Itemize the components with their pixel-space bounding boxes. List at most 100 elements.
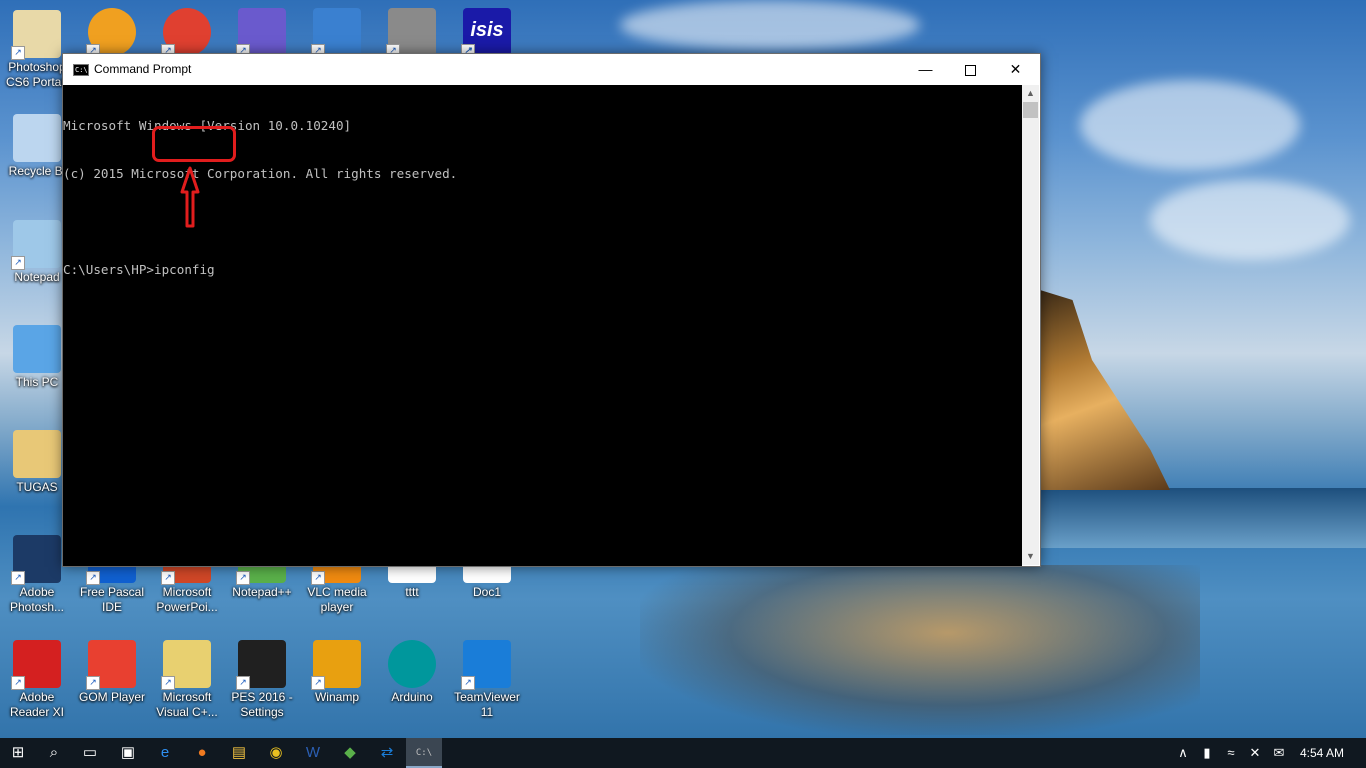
title-bar[interactable]: C:\ Command Prompt — ✕ [63,54,1040,85]
desktop-icon-pes-settings[interactable]: ↗ PES 2016 - Settings [225,640,299,720]
desktop-icon-teamviewer[interactable]: ↗ TeamViewer 11 [450,640,524,720]
wallpaper-reflection [640,565,1200,735]
console-line: (c) 2015 Microsoft Corporation. All righ… [63,166,458,181]
shortcut-arrow-icon: ↗ [11,256,25,270]
firewall-icon: ↗ [386,8,436,58]
word-icon[interactable]: W [295,738,331,768]
wallpaper-cloud [620,0,920,50]
shortcut-arrow-icon: ↗ [86,676,100,690]
desktop-icon-aimp[interactable]: ↗ [75,8,149,58]
desktop-icon-label: TeamViewer 11 [454,690,520,719]
file-explorer-icon[interactable]: ▤ [221,738,257,768]
desktop-icon-chrome[interactable]: ↗ [150,8,224,58]
console-command-line: C:\Users\HP>ipconfig [63,262,215,277]
start-button[interactable]: ⊞ [0,738,36,768]
desktop-icon-label: tttt [405,585,419,599]
desktop-icon-label: Adobe Reader XI [9,690,65,719]
desktop-icon-label: GOM Player [78,690,145,704]
teamviewer-icon: ↗ [461,640,511,690]
desktop-icon-arduino[interactable]: Arduino [375,640,449,705]
eclipse-icon: ↗ [236,8,286,58]
shortcut-arrow-icon: ↗ [11,46,25,60]
isis-icon: isis ↗ [461,8,511,58]
close-button[interactable]: ✕ [993,54,1038,85]
shortcut-arrow-icon: ↗ [311,676,325,690]
desktop-icon-label: Notepad++ [232,585,292,599]
scroll-down-button[interactable]: ▼ [1022,548,1039,565]
show-hidden-icons-button[interactable]: ∧ [1174,738,1192,768]
desktop-icon-isis[interactable]: isis ↗ [450,8,524,58]
firefox-icon[interactable]: ● [184,738,220,768]
battery-icon[interactable]: ▮ [1196,738,1218,768]
isis-logo-text: isis [470,19,504,41]
clock[interactable]: 4:54 AM [1292,738,1352,768]
shortcut-arrow-icon: ↗ [161,676,175,690]
action-center-icon[interactable]: ✉ [1268,738,1290,768]
edge-icon[interactable]: e [147,738,183,768]
shortcut-arrow-icon: ↗ [236,571,250,585]
store-icon[interactable]: ▣ [110,738,146,768]
desktop-icon-visual-cpp[interactable]: ↗ Microsoft Visual C+... [150,640,224,720]
pdf-icon: ↗ [11,640,61,690]
desktop-icon-label: Microsoft PowerPoi... [156,585,218,614]
pes-icon: ↗ [236,640,286,690]
desktop-icon-label: Free Pascal IDE [79,585,145,614]
visual-cpp-icon: ↗ [161,640,211,690]
shortcut-arrow-icon: ↗ [236,676,250,690]
taskbar: ⊞ ⌕ ▭ ▣ e ● ▤ ◉ W ◆ ⇄ C:\ ∧ ▮ ≈ ✕ ✉ 4:54 AM [0,738,1366,768]
aimp-icon: ↗ [86,8,136,58]
search-button[interactable]: ⌕ [36,738,72,768]
computer-icon [13,325,61,373]
chrome-icon[interactable]: ◉ [258,738,294,768]
recycle-bin-icon [13,114,61,162]
installer-icon: ↗ [311,8,361,58]
desktop-icon-gom-player[interactable]: ↗ GOM Player [75,640,149,705]
folder-icon [13,430,61,478]
shortcut-arrow-icon: ↗ [11,571,25,585]
gom-player-icon: ↗ [86,640,136,690]
desktop-icon-firewall[interactable]: ↗ [375,8,449,58]
folder-icon: ↗ [11,10,61,60]
notepad-icon: ↗ [11,220,61,270]
shortcut-arrow-icon: ↗ [461,676,475,690]
wallpaper-cliff [1040,290,1170,490]
volume-muted-icon[interactable]: ✕ [1244,738,1266,768]
desktop-icon-label: Arduino [391,690,433,704]
scrollbar-thumb[interactable] [1023,102,1038,118]
wallpaper-cloud [1150,180,1350,260]
wallpaper-sea [1040,488,1366,548]
desktop-icon-label: Microsoft Visual C+... [156,690,218,719]
shortcut-arrow-icon: ↗ [86,571,100,585]
scroll-up-button[interactable]: ▲ [1022,85,1039,102]
maximize-icon [965,64,976,76]
shortcut-arrow-icon: ↗ [161,571,175,585]
wallpaper-cloud [1080,80,1300,170]
command-prompt-icon[interactable]: C:\ [406,738,442,768]
desktop-icon-label: PES 2016 - Settings [231,690,293,719]
shortcut-arrow-icon: ↗ [11,676,25,690]
task-view-button[interactable]: ▭ [72,738,108,768]
highlight-box [152,126,236,162]
chrome-icon: ↗ [161,8,211,58]
winamp-icon: ↗ [311,640,361,690]
desktop-icon-label: Adobe Photosh... [9,585,65,614]
desktop-icon-label: Doc1 [472,585,501,599]
teamviewer-icon[interactable]: ⇄ [369,738,405,768]
shortcut-arrow-icon: ↗ [311,571,325,585]
desktop-icon-label: VLC media player [307,585,367,614]
app-icon[interactable]: ◆ [332,738,368,768]
window-title: Command Prompt [94,62,192,76]
network-icon[interactable]: ≈ [1220,738,1242,768]
desktop-icon-adobe-reader[interactable]: ↗ Adobe Reader XI [0,640,74,720]
desktop-icon-label: Winamp [314,690,359,704]
maximize-button[interactable] [948,54,993,85]
desktop-icon-installer[interactable]: ↗ [300,8,374,58]
cmd-icon: C:\ [73,64,89,76]
vertical-scrollbar[interactable]: ▲ ▼ [1022,85,1039,565]
photoshop-icon: ↗ [11,535,61,585]
minimize-button[interactable]: — [903,54,948,85]
desktop-icon-eclipse[interactable]: ↗ [225,8,299,58]
desktop-icon-winamp[interactable]: ↗ Winamp [300,640,374,705]
arduino-icon [388,640,436,688]
